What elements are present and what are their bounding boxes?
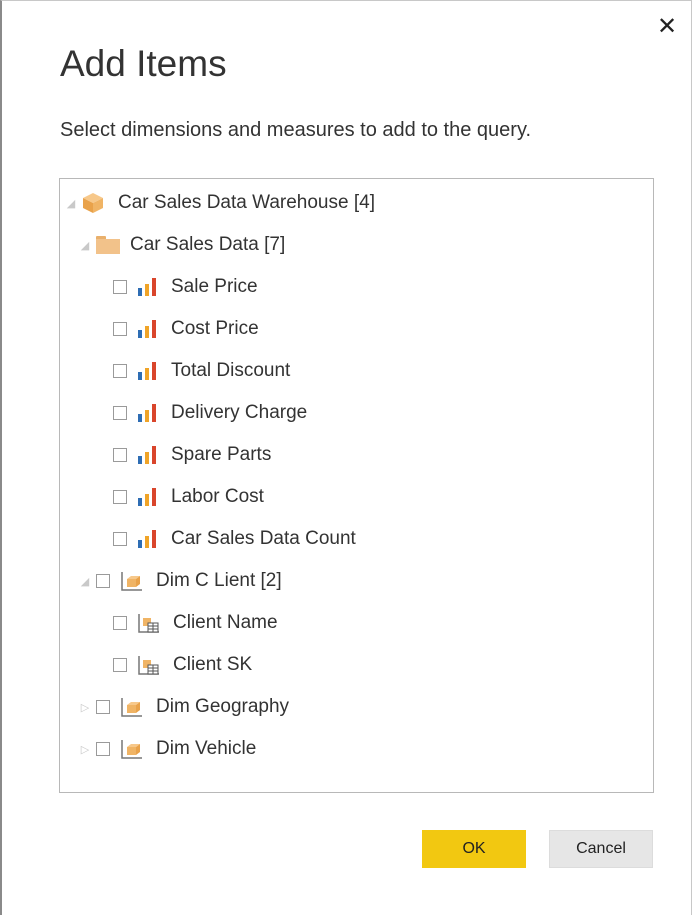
- checkbox[interactable]: [113, 406, 127, 420]
- tree-node-label: Dim Vehicle: [156, 738, 257, 759]
- collapsed-triangle-icon[interactable]: ▷: [78, 700, 92, 714]
- cube-icon: [82, 192, 104, 214]
- tree-node-root[interactable]: ◢ Car Sales Data Warehouse [4]: [64, 188, 375, 218]
- tree-node-dim-client[interactable]: ◢ Dim C Lient [2]: [78, 566, 282, 596]
- tree-node-label: Dim Geography: [156, 696, 290, 717]
- measure-label: Car Sales Data Count: [171, 528, 356, 549]
- tree-node-label: Car Sales Data Warehouse [4]: [118, 192, 375, 213]
- bar-chart-icon: [137, 446, 159, 464]
- collapsed-triangle-icon[interactable]: ▷: [78, 742, 92, 756]
- bar-chart-icon: [137, 362, 159, 380]
- bar-chart-icon: [137, 530, 159, 548]
- attribute-label: Client Name: [173, 612, 278, 633]
- measure-label: Labor Cost: [171, 486, 264, 507]
- tree-node-label: Dim C Lient [2]: [156, 570, 282, 591]
- dimension-icon: [120, 570, 144, 592]
- expanded-triangle-icon[interactable]: ◢: [78, 574, 92, 588]
- measure-item[interactable]: Delivery Charge: [113, 398, 307, 428]
- attribute-table-icon: [137, 654, 161, 676]
- items-tree: ◢ Car Sales Data Warehouse [4] ◢ Car Sal…: [59, 178, 654, 793]
- bar-chart-icon: [137, 320, 159, 338]
- measure-label: Spare Parts: [171, 444, 272, 465]
- measure-label: Sale Price: [171, 276, 258, 297]
- checkbox[interactable]: [96, 574, 110, 588]
- tree-node-label: Car Sales Data [7]: [130, 234, 286, 255]
- dialog-title: Add Items: [60, 43, 227, 84]
- expanded-triangle-icon[interactable]: ◢: [78, 238, 92, 252]
- cancel-button[interactable]: Cancel: [549, 830, 653, 868]
- checkbox[interactable]: [113, 532, 127, 546]
- bar-chart-icon: [137, 404, 159, 422]
- close-icon[interactable]: ✕: [655, 15, 679, 39]
- checkbox[interactable]: [113, 322, 127, 336]
- attribute-item[interactable]: Client Name: [113, 608, 278, 638]
- checkbox[interactable]: [113, 448, 127, 462]
- attribute-table-icon: [137, 612, 161, 634]
- tree-node-folder[interactable]: ◢ Car Sales Data [7]: [78, 230, 285, 260]
- measure-item[interactable]: Cost Price: [113, 314, 259, 344]
- measure-item[interactable]: Car Sales Data Count: [113, 524, 356, 554]
- checkbox[interactable]: [113, 658, 127, 672]
- dimension-icon: [120, 696, 144, 718]
- measure-label: Cost Price: [171, 318, 259, 339]
- dimension-icon: [120, 738, 144, 760]
- measure-item[interactable]: Labor Cost: [113, 482, 264, 512]
- attribute-item[interactable]: Client SK: [113, 650, 252, 680]
- checkbox[interactable]: [113, 490, 127, 504]
- tree-node-dim-geography[interactable]: ▷ Dim Geography: [78, 692, 289, 722]
- ok-button[interactable]: OK: [422, 830, 526, 868]
- checkbox[interactable]: [113, 616, 127, 630]
- measure-label: Total Discount: [171, 360, 291, 381]
- measure-item[interactable]: Sale Price: [113, 272, 258, 302]
- measure-item[interactable]: Total Discount: [113, 356, 290, 386]
- checkbox[interactable]: [113, 280, 127, 294]
- attribute-label: Client SK: [173, 654, 253, 675]
- expanded-triangle-icon[interactable]: ◢: [64, 196, 78, 210]
- add-items-dialog: ✕ Add Items Select dimensions and measur…: [0, 0, 692, 915]
- bar-chart-icon: [137, 488, 159, 506]
- bar-chart-icon: [137, 278, 159, 296]
- folder-icon: [96, 236, 120, 254]
- tree-node-dim-vehicle[interactable]: ▷ Dim Vehicle: [78, 734, 257, 764]
- dialog-subtitle: Select dimensions and measures to add to…: [60, 119, 532, 141]
- measure-label: Delivery Charge: [171, 402, 308, 423]
- measure-item[interactable]: Spare Parts: [113, 440, 271, 470]
- checkbox[interactable]: [96, 742, 110, 756]
- checkbox[interactable]: [96, 700, 110, 714]
- checkbox[interactable]: [113, 364, 127, 378]
